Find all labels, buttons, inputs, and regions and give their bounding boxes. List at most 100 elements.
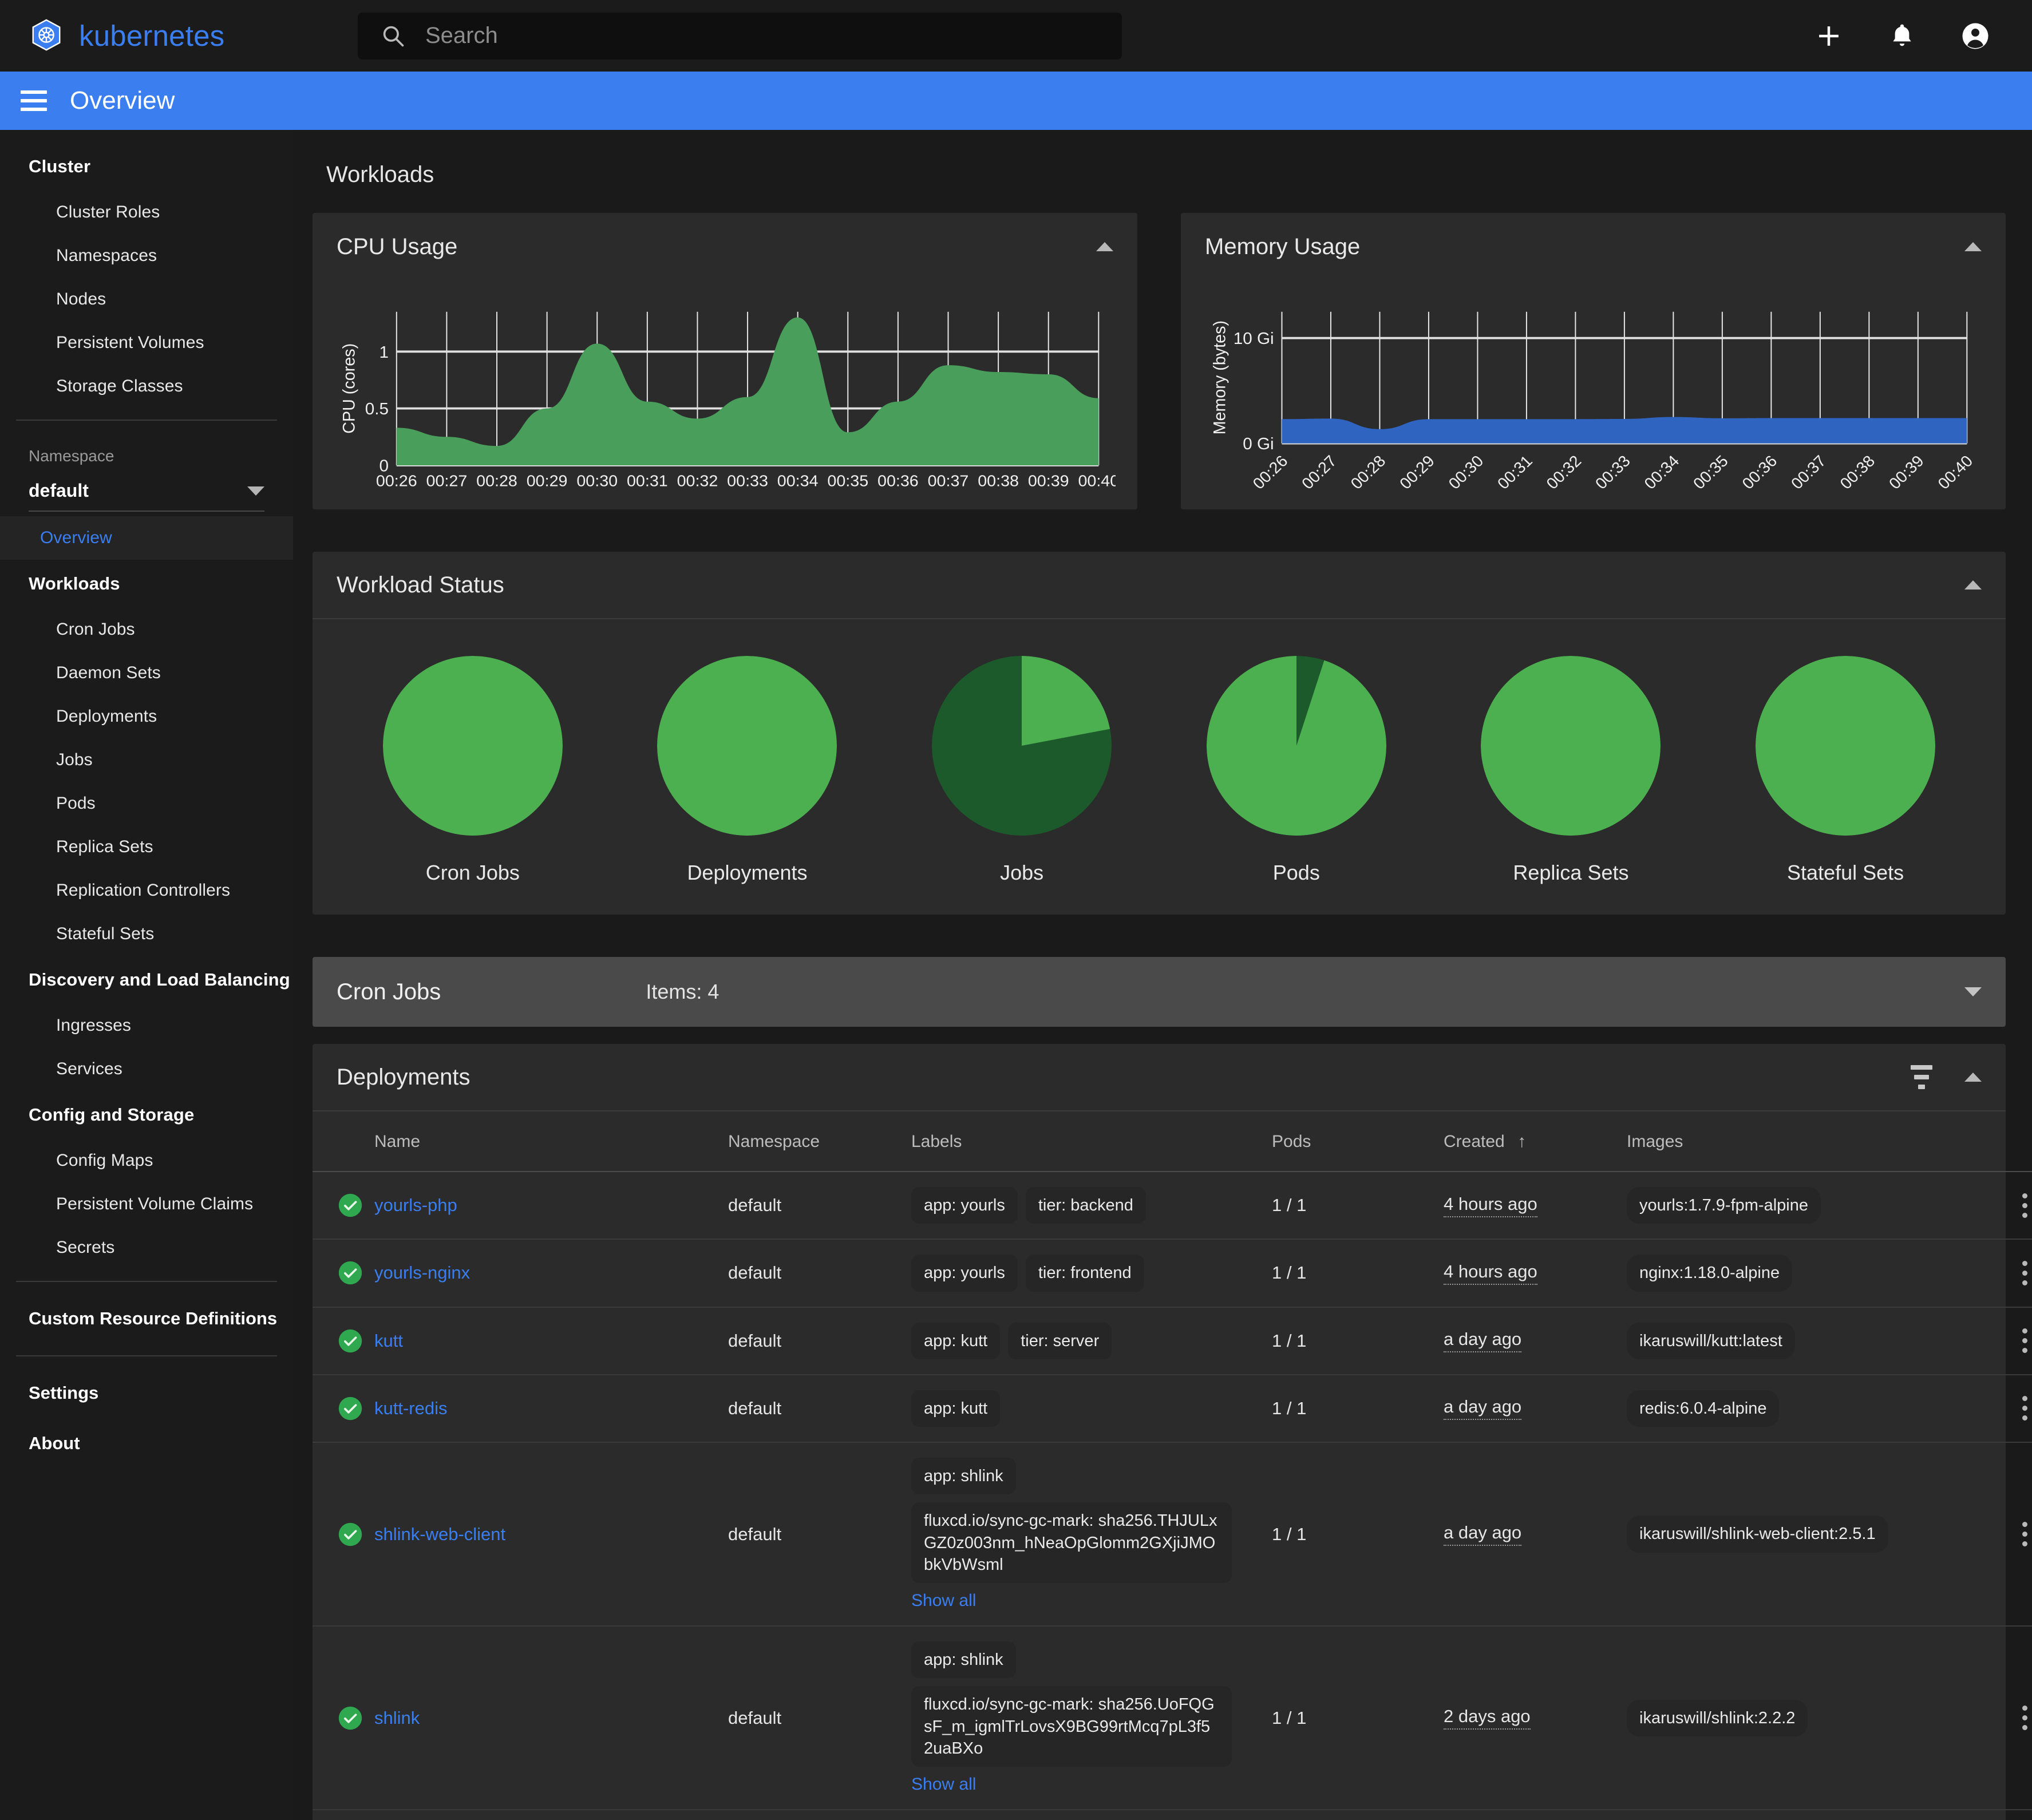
cell-images: ikaruswill/kutt:latest bbox=[1627, 1307, 1982, 1375]
search-input[interactable] bbox=[425, 23, 1099, 49]
main-content: Workloads CPU Usage 0 0.5 1 CPU (cores) 00:2… bbox=[293, 130, 2032, 1820]
sidebar-item-stateful-sets[interactable]: Stateful Sets bbox=[0, 912, 293, 956]
label-chip[interactable]: app: yourls bbox=[911, 1255, 1018, 1292]
sidebar-item-about[interactable]: About bbox=[0, 1418, 293, 1469]
table-row[interactable]: shlink-web-client default app: shlink fluxc… bbox=[313, 1442, 2032, 1627]
sidebar-item-daemon-sets[interactable]: Daemon Sets bbox=[0, 651, 293, 695]
cell-status bbox=[313, 1374, 374, 1443]
sidebar-item-cluster-roles[interactable]: Cluster Roles bbox=[0, 191, 293, 234]
kubernetes-dashboard: kubernetes Search Overview Cluster Clust… bbox=[0, 0, 2032, 1820]
collapse-cpu-icon[interactable] bbox=[1096, 242, 1113, 251]
svg-text:00:38: 00:38 bbox=[1836, 452, 1879, 492]
sidebar-item-ingresses[interactable]: Ingresses bbox=[0, 1004, 293, 1047]
sidebar-item-custom-resource-definitions[interactable]: Custom Resource Definitions bbox=[0, 1293, 293, 1344]
label-chip-list: app: yourls tier: frontend bbox=[911, 1255, 1272, 1292]
th-created[interactable]: Created ↑ bbox=[1444, 1111, 1627, 1172]
table-row[interactable]: kutt default app: kutt tier: server 1 / 1a d… bbox=[313, 1307, 2032, 1375]
created-value[interactable]: 2 days ago bbox=[1444, 1706, 1531, 1730]
collapse-workload-status-icon[interactable] bbox=[1964, 580, 1982, 589]
svg-text:00:31: 00:31 bbox=[1493, 452, 1536, 492]
label-chip[interactable]: app: kutt bbox=[911, 1322, 1001, 1359]
svg-text:00:38: 00:38 bbox=[978, 472, 1019, 489]
image-chip-list: ikaruswill/kutt:latest bbox=[1627, 1322, 1982, 1359]
sidebar-item-services[interactable]: Services bbox=[0, 1047, 293, 1091]
status-ok-icon bbox=[338, 1261, 362, 1285]
th-images[interactable]: Images bbox=[1627, 1111, 1982, 1172]
label-chip[interactable]: fluxcd.io/sync-gc-mark: sha256.THJULxGZ0… bbox=[911, 1502, 1232, 1584]
table-row[interactable]: shlink default app: shlink fluxcd.io/sync-g… bbox=[313, 1626, 2032, 1811]
label-chip[interactable]: tier: backend bbox=[1025, 1187, 1146, 1224]
sidebar-item-jobs[interactable]: Jobs bbox=[0, 738, 293, 782]
label-chip[interactable]: tier: server bbox=[1008, 1322, 1112, 1359]
deployment-link[interactable]: yourls-nginx bbox=[374, 1263, 470, 1283]
filter-icon[interactable] bbox=[1911, 1065, 1932, 1089]
label-chip[interactable]: app: yourls bbox=[911, 1187, 1018, 1224]
created-value[interactable]: a day ago bbox=[1444, 1522, 1522, 1546]
table-row[interactable]: wallabagdefaultapp: wallabagfluxcd.io/sy… bbox=[313, 1810, 2032, 1820]
collapse-memory-icon[interactable] bbox=[1964, 242, 1982, 251]
sidebar-item-config-maps[interactable]: Config Maps bbox=[0, 1139, 293, 1182]
table-row[interactable]: kutt-redis default app: kutt 1 / 1 a day ago… bbox=[313, 1374, 2032, 1443]
row-actions-menu[interactable] bbox=[1982, 1328, 2032, 1354]
th-pods[interactable]: Pods bbox=[1272, 1111, 1444, 1172]
created-value[interactable]: 4 hours ago bbox=[1444, 1194, 1537, 1217]
deployment-link[interactable]: shlink bbox=[374, 1708, 420, 1728]
sidebar-item-replication-controllers[interactable]: Replication Controllers bbox=[0, 869, 293, 912]
collapse-deployments-icon[interactable] bbox=[1964, 1073, 1982, 1082]
sidebar-item-deployments[interactable]: Deployments bbox=[0, 695, 293, 738]
sidebar-item-cron-jobs[interactable]: Cron Jobs bbox=[0, 608, 293, 651]
created-value[interactable]: 4 hours ago bbox=[1444, 1261, 1537, 1285]
label-chip[interactable]: fluxcd.io/sync-gc-mark: sha256.UoFQGsF_m… bbox=[911, 1686, 1232, 1767]
sidebar-item-namespaces[interactable]: Namespaces bbox=[0, 234, 293, 278]
sidebar-divider-2 bbox=[16, 1281, 277, 1282]
th-namespace[interactable]: Namespace bbox=[728, 1111, 911, 1172]
row-actions-menu[interactable] bbox=[1982, 1193, 2032, 1218]
th-labels[interactable]: Labels bbox=[911, 1111, 1272, 1172]
row-actions-menu[interactable] bbox=[1982, 1260, 2032, 1285]
deployment-link[interactable]: kutt-redis bbox=[374, 1398, 447, 1418]
pie-chart bbox=[1756, 656, 1936, 836]
row-actions-menu[interactable] bbox=[1982, 1706, 2032, 1731]
label-chip-list: app: yourls tier: backend bbox=[911, 1187, 1272, 1224]
label-chip[interactable]: app: shlink bbox=[911, 1458, 1016, 1495]
sidebar-item-replica-sets[interactable]: Replica Sets bbox=[0, 825, 293, 869]
sidebar-item-nodes[interactable]: Nodes bbox=[0, 278, 293, 321]
svg-text:00:29: 00:29 bbox=[1395, 452, 1438, 492]
cron-jobs-card[interactable]: Cron Jobs Items: 4 bbox=[313, 957, 2006, 1027]
brand[interactable]: kubernetes bbox=[29, 18, 303, 54]
created-value[interactable]: a day ago bbox=[1444, 1329, 1522, 1353]
table-row[interactable]: yourls-nginx default app: yourls tier: fron… bbox=[313, 1239, 2032, 1308]
sidebar-item-secrets[interactable]: Secrets bbox=[0, 1226, 293, 1269]
label-chip[interactable]: app: kutt bbox=[911, 1390, 1001, 1427]
notifications-button[interactable] bbox=[1885, 19, 1919, 53]
label-chip-list: app: kutt bbox=[911, 1390, 1272, 1427]
show-all-link[interactable]: Show all bbox=[911, 1775, 976, 1794]
label-chip[interactable]: app: shlink bbox=[911, 1641, 1016, 1679]
sidebar-item-storage-classes[interactable]: Storage Classes bbox=[0, 365, 293, 408]
namespace-value: default bbox=[728, 1195, 782, 1216]
add-button[interactable] bbox=[1812, 19, 1845, 53]
sidebar-item-persistent-volumes[interactable]: Persistent Volumes bbox=[0, 321, 293, 365]
row-actions-menu[interactable] bbox=[1982, 1522, 2032, 1547]
expand-cron-jobs-icon[interactable] bbox=[1964, 987, 1982, 996]
sidebar-item-pods[interactable]: Pods bbox=[0, 782, 293, 825]
hamburger-icon[interactable] bbox=[21, 90, 47, 111]
row-actions-menu[interactable] bbox=[1982, 1396, 2032, 1421]
sidebar-item-overview[interactable]: Overview bbox=[0, 516, 293, 560]
deployment-link[interactable]: kutt bbox=[374, 1331, 403, 1351]
table-row[interactable]: yourls-php default app: yourls tier: backen… bbox=[313, 1172, 2032, 1240]
deployment-link[interactable]: yourls-php bbox=[374, 1195, 457, 1215]
pods-value: 1 / 1 bbox=[1272, 1330, 1307, 1351]
namespace-select[interactable]: default bbox=[29, 480, 264, 512]
th-name[interactable]: Name bbox=[374, 1111, 728, 1172]
svg-text:0.5: 0.5 bbox=[365, 401, 389, 418]
sidebar-item-settings[interactable]: Settings bbox=[0, 1368, 293, 1418]
show-all-link[interactable]: Show all bbox=[911, 1591, 976, 1611]
label-chip[interactable]: tier: frontend bbox=[1025, 1255, 1144, 1292]
sidebar-item-persistent-volume-claims[interactable]: Persistent Volume Claims bbox=[0, 1182, 293, 1226]
deployment-link[interactable]: shlink-web-client bbox=[374, 1524, 505, 1544]
svg-text:00:31: 00:31 bbox=[627, 472, 668, 489]
created-value[interactable]: a day ago bbox=[1444, 1396, 1522, 1421]
account-button[interactable] bbox=[1959, 19, 1992, 53]
search-box[interactable] bbox=[358, 12, 1122, 60]
